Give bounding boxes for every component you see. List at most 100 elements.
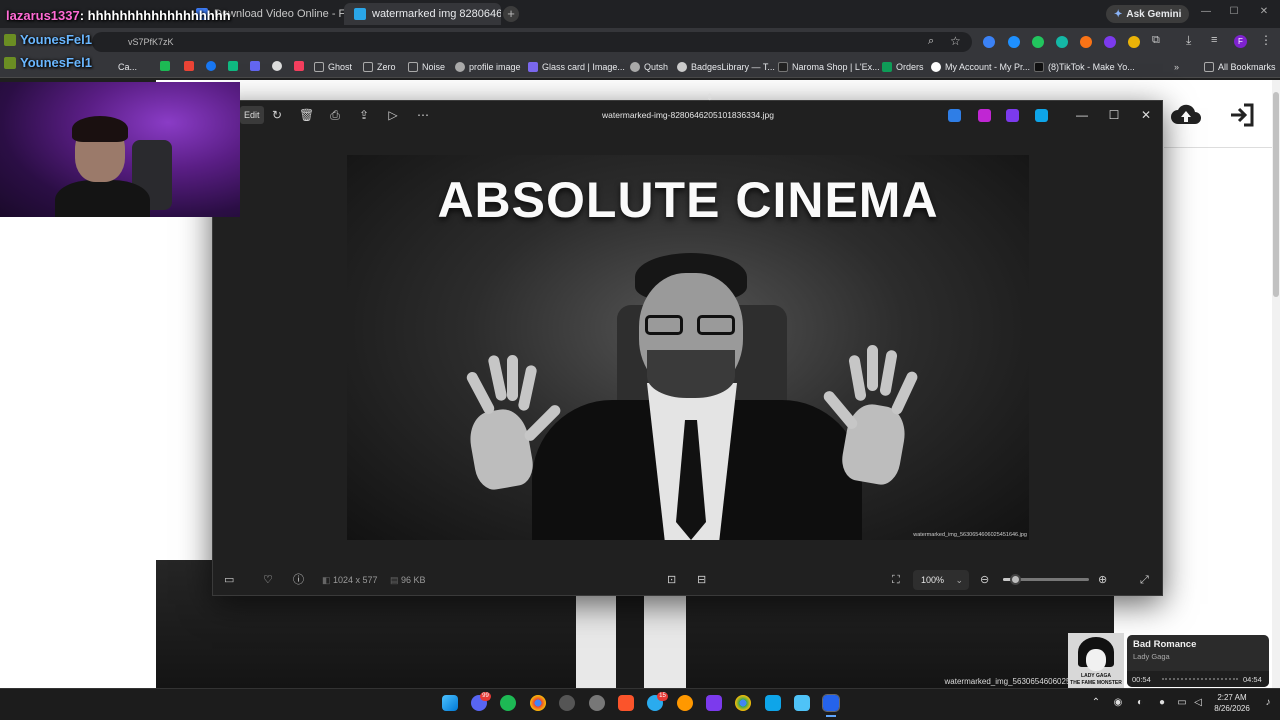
tab-watermarked-img[interactable]: watermarked img 82806462051 [344, 3, 501, 25]
visual-search-icon[interactable]: ⊡ [667, 574, 676, 586]
chrome-profile-icon[interactable] [735, 695, 751, 711]
share-icon[interactable]: ⇪ [357, 108, 371, 122]
bookmarks-overflow-chevron-icon[interactable]: » [1174, 60, 1179, 74]
extension-icon[interactable] [1104, 36, 1116, 48]
playback-progress-track[interactable] [1162, 678, 1238, 680]
designer-icon[interactable] [978, 109, 991, 122]
obs-icon[interactable] [559, 695, 575, 711]
bookmark-naroma-shop[interactable]: Naroma Shop | L'Ex... [778, 60, 880, 74]
star-bookmark-icon[interactable]: ☆ [950, 34, 961, 48]
zoom-in-icon[interactable]: ⊕ [1098, 574, 1107, 586]
kick-icon[interactable] [160, 61, 170, 71]
cloud-upload-icon[interactable] [1170, 102, 1202, 128]
photos-active-icon[interactable] [822, 694, 840, 712]
cloud-sync-icon[interactable] [1035, 109, 1048, 122]
extension-icon[interactable] [1032, 36, 1044, 48]
bookmark-site-icon[interactable] [228, 61, 238, 71]
chrome-icon[interactable] [530, 695, 546, 711]
clipchamp-icon[interactable] [1006, 109, 1019, 122]
page-scrollbar-thumb[interactable] [1273, 92, 1279, 297]
favorite-heart-icon[interactable]: ♡ [263, 574, 273, 586]
filmstrip-icon[interactable]: ▭ [224, 574, 234, 586]
extension-icon[interactable] [1080, 36, 1092, 48]
folder-icon [1204, 62, 1214, 72]
bookmark-orders[interactable]: Orders [882, 60, 924, 74]
bookmark-qutsh[interactable]: Qutsh [630, 60, 668, 74]
text-recognition-icon[interactable]: ⊟ [697, 574, 706, 586]
delete-icon[interactable]: 🗑 [299, 108, 314, 122]
photos-app-icon[interactable] [765, 695, 781, 711]
viewer-minimize-button[interactable]: — [1074, 107, 1090, 123]
microphone-icon[interactable]: ● [1156, 697, 1168, 709]
extensions-puzzle-icon[interactable]: ⧉ [1152, 34, 1160, 47]
zoom-icon[interactable]: ⌕ [928, 35, 934, 48]
login-icon[interactable] [1228, 102, 1256, 128]
ask-gemini-label: Ask Gemini [1126, 8, 1182, 20]
start-windows-icon[interactable] [442, 695, 458, 711]
address-bar[interactable]: vS7PfK7zK [92, 32, 972, 52]
zoom-slider-thumb[interactable] [1010, 574, 1021, 585]
photo-beard [647, 350, 735, 398]
minimize-button[interactable]: — [1198, 6, 1214, 20]
bookmark-folder-zero[interactable]: Zero [363, 60, 396, 74]
edit-button[interactable]: Edit [240, 106, 264, 124]
extension-icon[interactable] [1128, 36, 1140, 48]
info-icon[interactable]: ⓘ [293, 574, 304, 586]
album-art[interactable]: LADY GAGA THE FAME MONSTER [1068, 633, 1124, 688]
reading-list-icon[interactable]: ≡ [1211, 34, 1217, 46]
discord-tray-icon[interactable]: ◉ [1112, 697, 1124, 709]
bookmark-glass-card[interactable]: Glass card | Image... [528, 60, 625, 74]
notification-bell-icon[interactable]: ♪ [1262, 697, 1274, 709]
tray-app-icon[interactable]: ◐ [1134, 697, 1146, 709]
photo-watermark: watermarked_img_5630654606025451646.jpg [913, 532, 1027, 538]
edit-app-icon[interactable] [948, 109, 961, 122]
app-icon[interactable] [677, 695, 693, 711]
photo-finger [517, 364, 538, 412]
bookmark-tiktok[interactable]: (8)TikTok - Make Yo... [1034, 60, 1135, 74]
spotify-icon[interactable] [500, 695, 516, 711]
image-dimensions: ◧ 1024 x 577 [322, 575, 378, 586]
taskbar-clock[interactable]: 2:27 AM 8/26/2026 [1202, 692, 1262, 714]
ask-gemini-button[interactable]: ✦ Ask Gemini [1106, 5, 1190, 23]
app-icon[interactable] [589, 695, 605, 711]
extension-icon[interactable] [1008, 36, 1020, 48]
menu-kebab-icon[interactable]: ⋮ [1260, 33, 1272, 47]
bookmark-label: Qutsh [644, 62, 669, 72]
fit-to-window-icon[interactable]: ⛶ [892, 574, 900, 586]
tab-label: watermarked img 82806462051 [372, 8, 501, 20]
viewer-maximize-button[interactable]: ☐ [1106, 107, 1122, 123]
extension-icon[interactable] [983, 36, 995, 48]
close-button[interactable]: ✕ [1256, 6, 1272, 20]
new-tab-button[interactable]: + [503, 6, 519, 22]
bookmark-my-account[interactable]: My Account - My Pr... [931, 60, 1030, 74]
profile-avatar[interactable]: F [1234, 35, 1247, 48]
more-options-icon[interactable]: ⋯ [416, 108, 430, 122]
zoom-out-icon[interactable]: ⊖ [980, 574, 989, 586]
network-icon[interactable]: ▭ [1176, 697, 1188, 709]
download-icon[interactable]: ⤓ [1186, 33, 1191, 48]
bookmark-folder-noise[interactable]: Noise [408, 60, 445, 74]
fullscreen-icon[interactable]: ⤢ [1140, 574, 1149, 586]
tray-overflow-chevron-icon[interactable]: ⌃ [1090, 697, 1102, 709]
slideshow-icon[interactable]: ▷ [386, 108, 400, 122]
extension-icon[interactable] [1056, 36, 1068, 48]
bookmark-site-icon[interactable] [250, 61, 260, 71]
brave-icon[interactable] [618, 695, 634, 711]
print-icon[interactable]: ⎙ [328, 108, 342, 122]
maximize-button[interactable]: ☐ [1226, 6, 1242, 20]
facebook-icon[interactable] [206, 61, 216, 71]
rotate-icon[interactable]: ↻ [270, 108, 284, 122]
gmail-icon[interactable] [184, 61, 194, 71]
all-bookmarks-folder[interactable]: All Bookmarks [1204, 60, 1276, 74]
bookmark-item[interactable]: Ca... [118, 60, 137, 74]
bookmark-folder-ghost[interactable]: Ghost [314, 60, 352, 74]
notepad-icon[interactable] [794, 695, 810, 711]
app-icon[interactable] [706, 695, 722, 711]
bookmark-profile-image[interactable]: profile image [455, 60, 521, 74]
viewed-photo[interactable]: ABSOLUTE CINEMA watermarked_img_56306546… [347, 155, 1029, 540]
viewer-close-button[interactable]: ✕ [1138, 107, 1154, 123]
bookmark-badgeslibrary[interactable]: BadgesLibrary — T... [677, 60, 775, 74]
zoom-level-dropdown[interactable]: 100% ⌄ [913, 570, 969, 590]
bookmark-site-icon[interactable] [294, 61, 304, 71]
bookmark-site-icon[interactable] [272, 61, 282, 71]
